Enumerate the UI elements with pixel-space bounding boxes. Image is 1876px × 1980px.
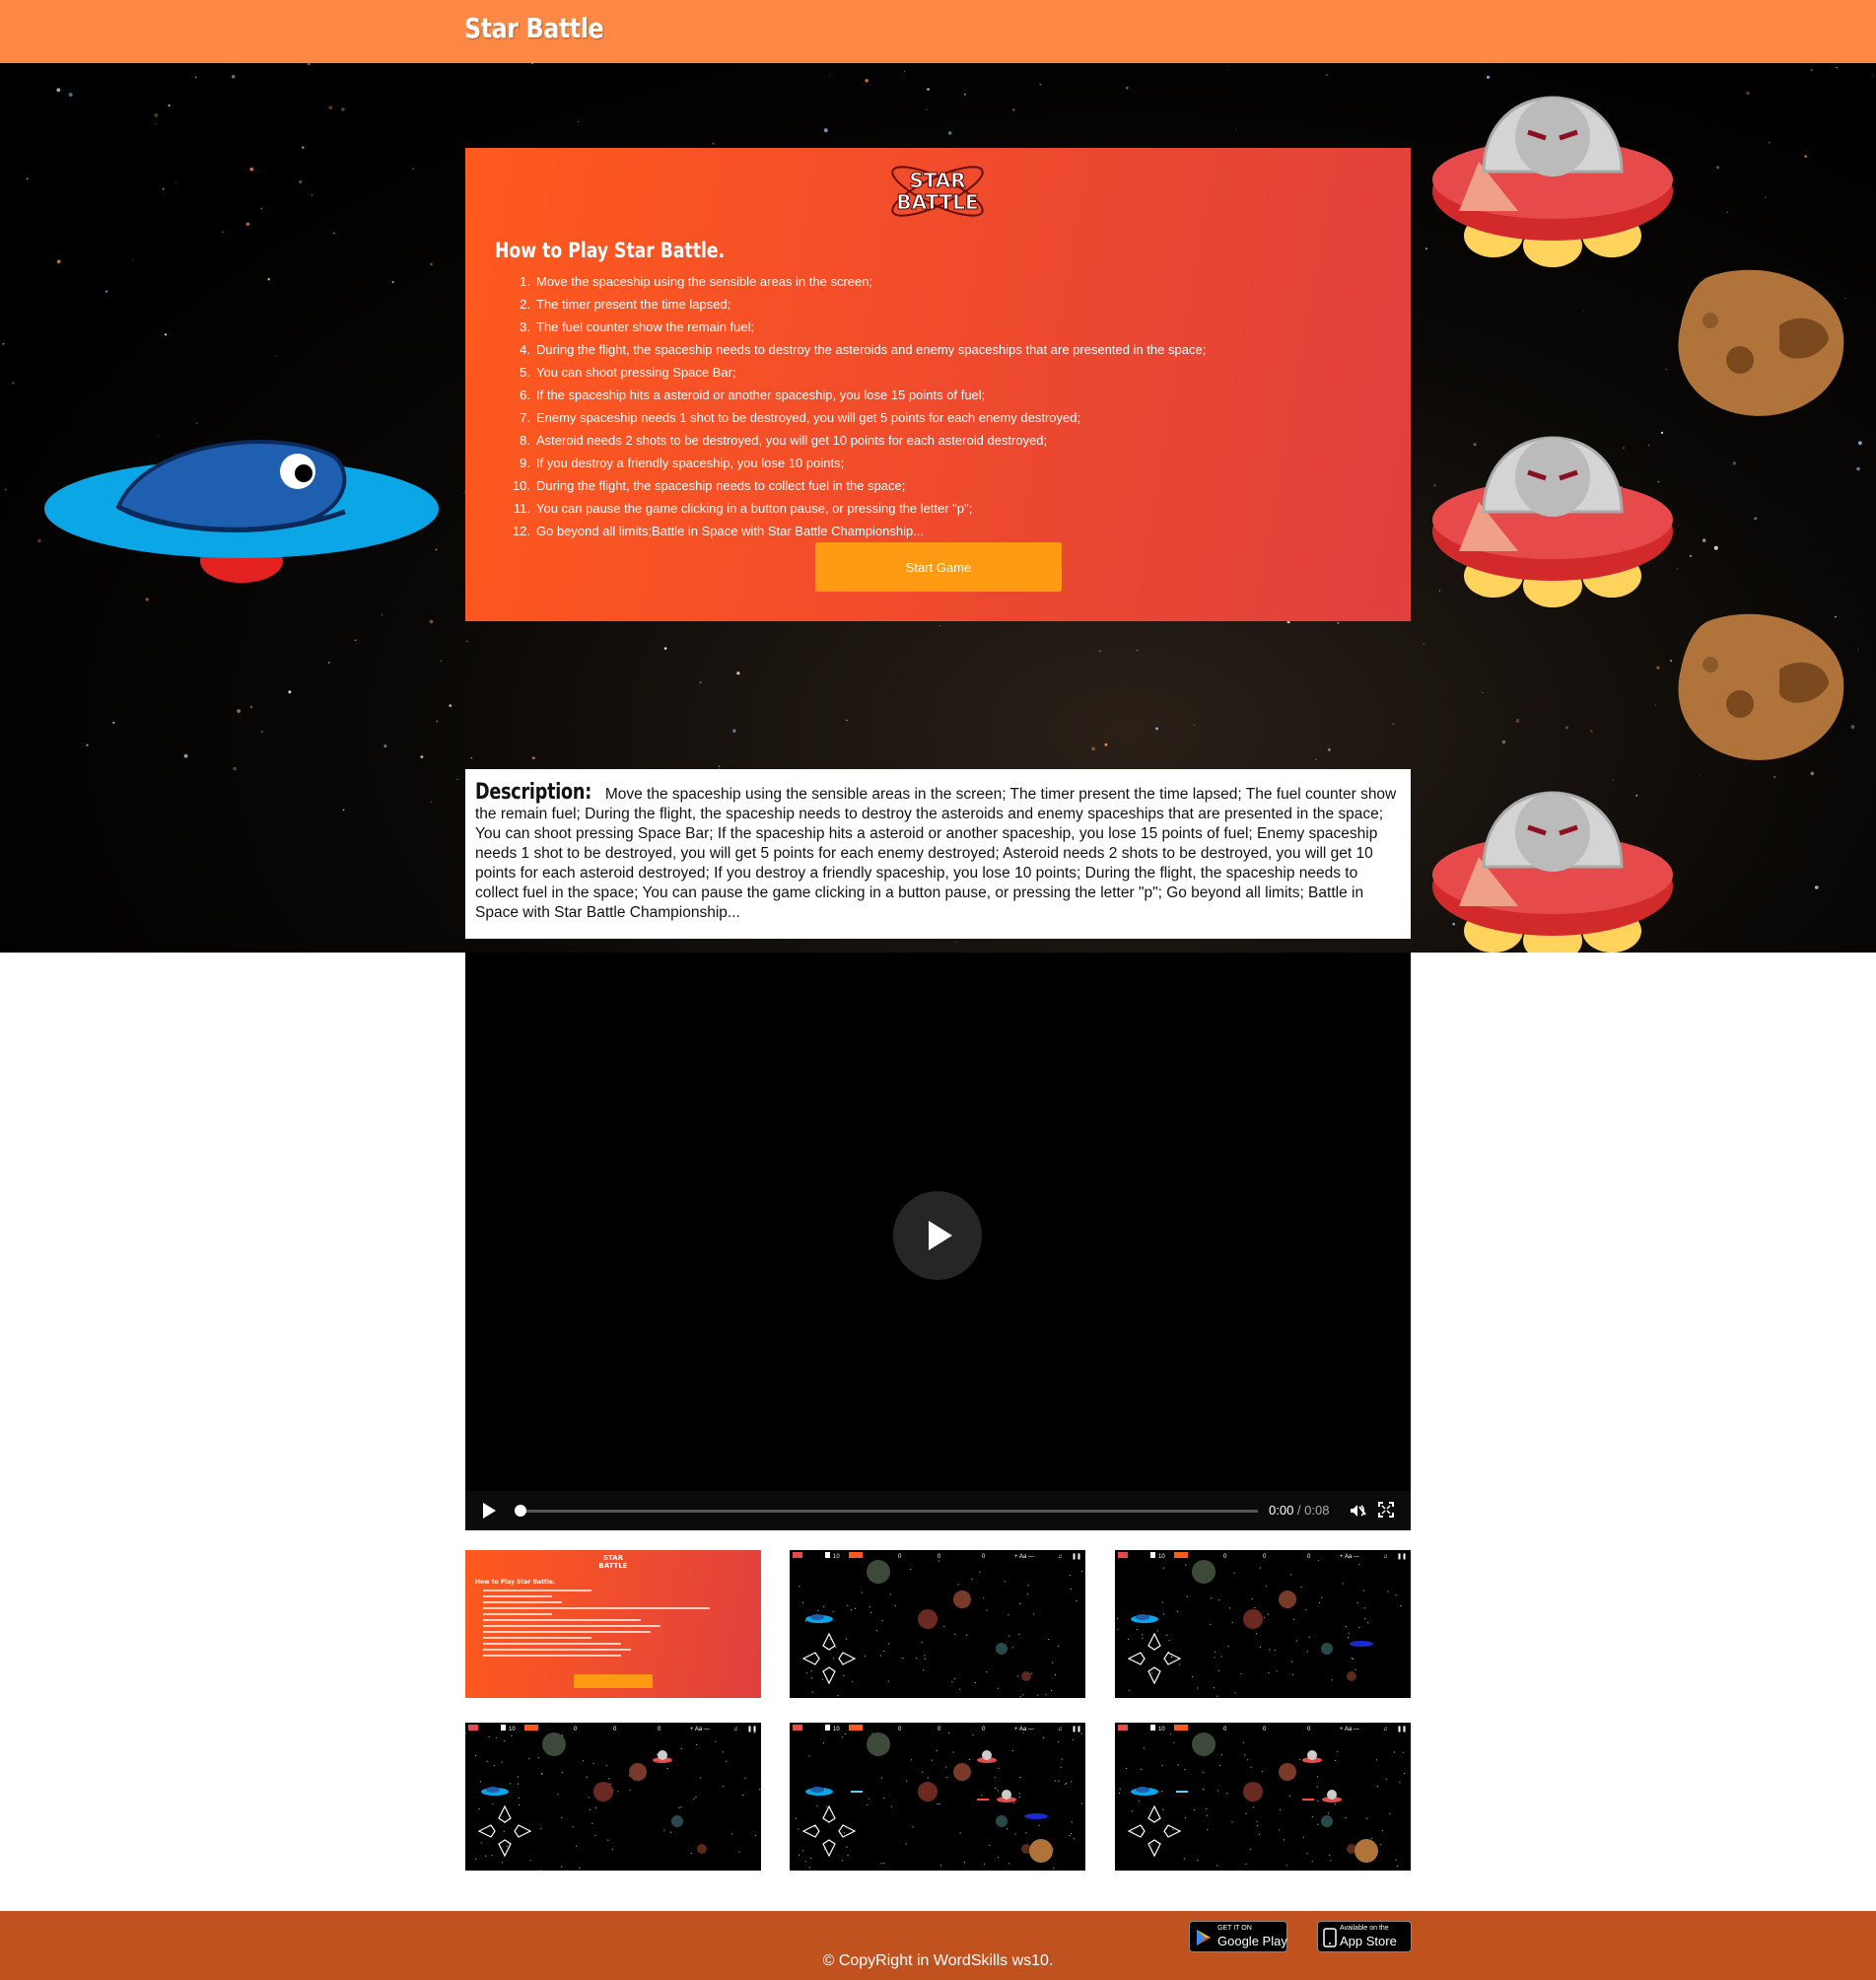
hud-score: 10 xyxy=(1158,1727,1165,1732)
hud-score: 10 xyxy=(509,1727,516,1732)
how-to-play-panel: STAR BATTLE How to Play Star Battle. 1. M… xyxy=(465,148,1411,621)
hud-pause-icon: ❚❚ xyxy=(747,1726,757,1732)
current-time: 0:00 xyxy=(1269,1503,1294,1518)
screenshot-thumbnail[interactable]: 10 0 0 0 + Aa — ♫ ❚❚ xyxy=(465,1723,761,1871)
screenshot-thumbnail[interactable]: 10 0 0 0 + Aa — ♫ ❚❚ xyxy=(1115,1550,1411,1698)
hud-sound-icon: ♫ xyxy=(1383,1727,1388,1732)
svg-text:How to Play Star Battle.: How to Play Star Battle. xyxy=(475,1579,555,1586)
apple-icon xyxy=(1323,1928,1337,1947)
rule-item: 1. Move the spaceship using the sensible … xyxy=(520,274,873,289)
seek-handle[interactable] xyxy=(515,1505,526,1517)
star-battle-logo: STAR BATTLE xyxy=(891,166,984,217)
menu-preview: STAR BATTLE How to Play Star Battle. xyxy=(475,1554,710,1688)
gameplay-preview: 10 0 0 0 + Aa — ♫ ❚❚ xyxy=(1115,1550,1411,1697)
rule-item: 9. If you destroy a friendly spaceship, y… xyxy=(520,456,845,470)
video-player[interactable]: 0:00 / 0:08 xyxy=(465,953,1411,1530)
hud-font-control: + Aa — xyxy=(1014,1554,1034,1560)
hud-pause-icon: ❚❚ xyxy=(1397,1726,1407,1732)
rule-item: 3. The fuel counter show the remain fuel; xyxy=(520,319,755,334)
hud-sound-icon: ♫ xyxy=(1383,1554,1388,1560)
play-icon[interactable] xyxy=(481,1503,497,1519)
description-text: Move the spaceship using the sensible ar… xyxy=(475,786,1397,921)
rule-item: 5. You can shoot pressing Space Bar; xyxy=(520,365,736,380)
gameplay-preview: 10 0 0 0 + Aa — ♫ ❚❚ xyxy=(465,1723,761,1871)
big-play-button[interactable] xyxy=(893,1191,982,1280)
asteroid xyxy=(1678,269,1844,416)
hud-pause-icon: ❚❚ xyxy=(1072,1726,1081,1732)
rule-item: 11. You can pause the game clicking in a … xyxy=(513,501,973,516)
seek-bar[interactable] xyxy=(515,1505,1258,1517)
rule-item: 4. During the flight, the spaceship needs… xyxy=(520,342,1207,357)
time-display: 0:00 / 0:08 xyxy=(1269,1503,1330,1518)
logo-text-battle: BATTLE xyxy=(896,190,978,214)
hud-font-control: + Aa — xyxy=(1340,1554,1359,1560)
gameplay-preview: 10 0 0 0 + Aa — ♫ ❚❚ xyxy=(790,1550,1085,1698)
hud-pause-icon: ❚❚ xyxy=(1072,1553,1081,1560)
fullscreen-icon[interactable] xyxy=(1378,1502,1394,1518)
copyright-text: © CopyRight in WordSkills ws10. xyxy=(822,1952,1054,1969)
brand-title[interactable]: Star Battle xyxy=(464,12,604,44)
google-play-small-text: GET IT ON xyxy=(1217,1925,1252,1932)
hud-sound-icon: ♫ xyxy=(1058,1554,1063,1560)
hud-font-control: + Aa — xyxy=(1014,1727,1034,1732)
screenshot-thumbnail[interactable]: 10 0 0 0 + Aa — ♫ ❚❚ xyxy=(1115,1723,1411,1871)
app-store-small-text: Available on the xyxy=(1340,1925,1389,1932)
hud-font-control: + Aa — xyxy=(690,1727,710,1732)
screenshot-thumbnail[interactable]: 10 0 0 0 + Aa — ♫ ❚❚ xyxy=(790,1723,1085,1871)
hud-score: 10 xyxy=(833,1727,840,1732)
duration: 0:08 xyxy=(1304,1503,1330,1518)
rule-item: 12. Go beyond all limits;Battle in Space … xyxy=(512,524,925,538)
friendly-spaceship xyxy=(44,440,439,583)
google-play-icon xyxy=(1197,1930,1211,1945)
asteroid xyxy=(1678,613,1844,760)
description-box: Description: Move the spaceship using th… xyxy=(465,769,1411,939)
mute-icon[interactable] xyxy=(1349,1502,1366,1520)
enemy-ufo xyxy=(1432,436,1673,607)
app-store-badge[interactable]: Available on the App Store xyxy=(1317,1921,1412,1952)
rule-item: 2. The timer present the time lapsed; xyxy=(520,297,731,312)
hud-score: 10 xyxy=(1158,1554,1165,1560)
google-play-badge[interactable]: GET IT ON Google Play xyxy=(1189,1921,1287,1952)
enemy-ufo xyxy=(1432,96,1673,267)
how-to-title: How to Play Star Battle. xyxy=(495,239,726,262)
hud-sound-icon: ♫ xyxy=(1058,1727,1063,1732)
logo-text-star: STAR xyxy=(909,169,965,192)
rule-item: 10. During the flight, the spaceship need… xyxy=(512,478,906,493)
gameplay-preview: 10 0 0 0 + Aa — ♫ ❚❚ xyxy=(1115,1723,1411,1867)
gameplay-preview: 10 0 0 0 + Aa — ♫ ❚❚ xyxy=(790,1723,1085,1870)
enemy-ufo xyxy=(1432,791,1673,953)
start-game-button[interactable]: Start Game xyxy=(815,542,1062,592)
rule-item: 8. Asteroid needs 2 shots to be destroyed… xyxy=(520,433,1048,448)
hud-pause-icon: ❚❚ xyxy=(1397,1553,1407,1560)
rule-item: 7. Enemy spaceship needs 1 shot to be des… xyxy=(520,410,1081,425)
rule-item: 6. If the spaceship hits a asteroid or an… xyxy=(520,388,986,402)
hud-sound-icon: ♫ xyxy=(733,1727,738,1732)
hud-score: 10 xyxy=(833,1554,840,1560)
rules-list: 1. Move the spaceship using the sensible … xyxy=(512,270,1207,542)
google-play-large-text: Google Play xyxy=(1217,1934,1287,1948)
screenshot-thumbnail[interactable]: STAR BATTLE How to Play Star Battle. xyxy=(465,1550,761,1698)
top-bar: Star Battle xyxy=(0,0,1876,63)
description-label: Description: xyxy=(475,780,591,805)
hud-font-control: + Aa — xyxy=(1340,1727,1359,1732)
svg-text:BATTLE: BATTLE xyxy=(598,1562,627,1570)
screenshot-thumbnail[interactable]: 10 0 0 0 + Aa — ♫ ❚❚ xyxy=(790,1550,1085,1698)
app-store-large-text: App Store xyxy=(1340,1934,1397,1948)
footer: GET IT ON Google Play Available on the A… xyxy=(0,1911,1876,1980)
video-controls: 0:00 / 0:08 xyxy=(465,1491,1411,1530)
svg-text:STAR: STAR xyxy=(603,1554,624,1562)
